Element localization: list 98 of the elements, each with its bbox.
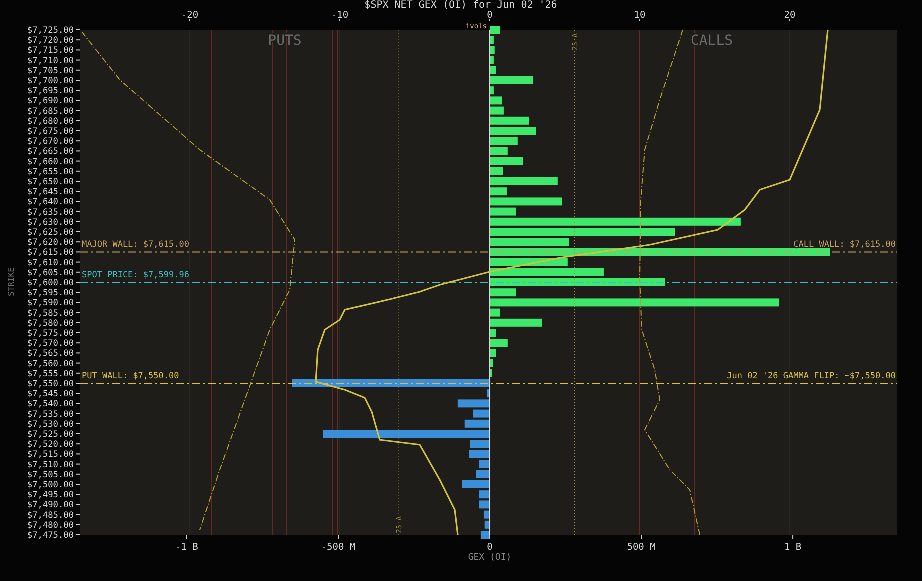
strike-tick-label: $7,570.00	[27, 339, 80, 350]
gex-tick-label: -1 B	[176, 534, 198, 553]
top-axis-tick-label: 10	[634, 10, 646, 22]
top-axis-tick-label: 20	[784, 10, 796, 22]
strike-tick-label: $7,500.00	[27, 480, 80, 490]
strike-tick-label: $7,710.00	[27, 56, 80, 66]
strike-tick-label: $7,635.00	[27, 208, 80, 218]
gex-bar	[469, 450, 490, 458]
level-label: CALL WALL: $7,615.00	[794, 240, 896, 250]
strike-tick-label: $7,705.00	[27, 66, 80, 76]
x-tick-label: -500 M	[321, 542, 356, 553]
strike-tick-label: $7,610.00	[27, 258, 80, 268]
gex-bar	[490, 188, 507, 196]
x-tick-label: 1 B	[784, 542, 802, 553]
strike-tick-label: $7,510.00	[27, 460, 80, 470]
gex-bar	[486, 390, 490, 398]
level-label: MAJOR WALL: $7,615.00	[82, 240, 190, 250]
top-axis-tick-label: 0	[487, 10, 493, 22]
strike-tick-label: $7,535.00	[27, 410, 80, 420]
strike-tick-label: $7,555.00	[27, 369, 80, 380]
strike-tick-label: $7,490.00	[27, 500, 80, 511]
strike-tick-label: $7,520.00	[27, 440, 80, 450]
strike-tick-label: $7,715.00	[27, 46, 80, 56]
strike-tick-label: $7,605.00	[27, 268, 80, 278]
level-label: PUT WALL: $7,550.00	[82, 372, 180, 382]
strike-tick-label: $7,530.00	[27, 420, 80, 430]
level-label: Jun 02 '26 GAMMA FLIP: ~$7,550.00	[727, 372, 896, 382]
y-axis-title: STRIKE	[7, 268, 16, 296]
strike-tick-label: $7,540.00	[27, 400, 80, 410]
strike-tick-label: $7,720.00	[27, 36, 80, 46]
strike-tick-label: $7,615.00	[27, 248, 80, 258]
strike-tick-label: $7,640.00	[27, 198, 80, 208]
strike-tick-label: $7,625.00	[27, 228, 80, 238]
strike-tick-label: $7,665.00	[27, 147, 80, 158]
gex-bar	[490, 359, 494, 368]
strike-tick-label: $7,650.00	[27, 178, 80, 188]
strike-tick-label: $7,565.00	[27, 349, 80, 360]
gex-bar	[490, 147, 508, 156]
gex-bar	[490, 96, 502, 105]
strike-tick-label: $7,675.00	[27, 127, 80, 137]
gex-bar	[490, 178, 558, 186]
strike-tick-label: $7,525.00	[27, 430, 80, 440]
top-axis-tick-label: -10	[331, 10, 349, 22]
strike-tick-label: $7,680.00	[27, 116, 80, 127]
gex-bar	[484, 520, 490, 529]
strike-tick-label: $7,660.00	[27, 157, 80, 168]
gex-bar	[490, 339, 508, 348]
strike-tick-label: $7,725.00	[27, 26, 80, 36]
strike-tick-label: $7,600.00	[27, 278, 80, 288]
strike-tick-label: $7,620.00	[27, 238, 80, 248]
gex-bar	[479, 500, 490, 509]
gex-tick-label: 1 B	[784, 534, 802, 553]
gex-bar	[490, 288, 516, 297]
gex-bar	[490, 36, 494, 44]
gex-bar	[490, 86, 494, 95]
gex-bar	[470, 440, 490, 448]
strike-tick-label: $7,505.00	[27, 470, 80, 480]
strike-tick-label: $7,475.00	[27, 531, 80, 541]
gex-tick-label: 500 M	[627, 534, 656, 553]
level-label: SPOT PRICE: $7,599.96	[82, 270, 190, 280]
gex-tick-label: 0	[487, 534, 493, 553]
strike-tick-label: $7,670.00	[27, 137, 80, 148]
strike-tick-label: $7,550.00	[27, 380, 80, 390]
strike-tick-label: $7,480.00	[27, 520, 80, 531]
gex-bar	[490, 26, 500, 34]
x-axis-title: GEX (OI)	[468, 553, 512, 563]
gex-bar	[490, 127, 536, 135]
strike-tick-label: $7,580.00	[27, 318, 80, 329]
gex-bar	[458, 400, 490, 408]
gex-bar	[490, 76, 534, 84]
strike-tick-label: $7,495.00	[27, 490, 80, 501]
gex-bar	[490, 56, 494, 64]
chart-title: $SPX NET GEX (OI) for Jun 02 '26	[364, 0, 558, 11]
strike-tick-label: $7,595.00	[27, 288, 80, 299]
x-tick-label: -1 B	[176, 542, 199, 553]
gex-bar	[462, 480, 490, 488]
gex-bar	[490, 46, 495, 54]
strike-tick-label: $7,485.00	[27, 510, 80, 521]
x-tick-label: 500 M	[627, 542, 656, 553]
strike-tick-label: $7,655.00	[27, 167, 80, 178]
strike-tick-label: $7,690.00	[27, 96, 80, 107]
strike-tick-label: $7,685.00	[27, 106, 80, 117]
strike-tick-label: $7,630.00	[27, 218, 80, 228]
strike-tick-label: $7,560.00	[27, 359, 80, 370]
gex-tick-label: -500 M	[321, 534, 356, 553]
strike-tick-label: $7,590.00	[27, 298, 80, 309]
strike-tick-label: $7,515.00	[27, 450, 80, 460]
gex-bar	[490, 369, 492, 378]
strike-tick-label: $7,695.00	[27, 86, 80, 97]
x-tick-label: 0	[487, 542, 494, 553]
strike-tick-label: $7,645.00	[27, 188, 80, 198]
strike-tick-label: $7,585.00	[27, 308, 80, 319]
strike-tick-label: $7,700.00	[27, 76, 80, 86]
gex-bar	[490, 137, 518, 146]
strike-tick-label: $7,545.00	[27, 390, 80, 400]
gex-bar	[479, 490, 490, 499]
top-axis-tick-label: -20	[181, 10, 199, 22]
strike-tick-label: $7,575.00	[27, 329, 80, 339]
